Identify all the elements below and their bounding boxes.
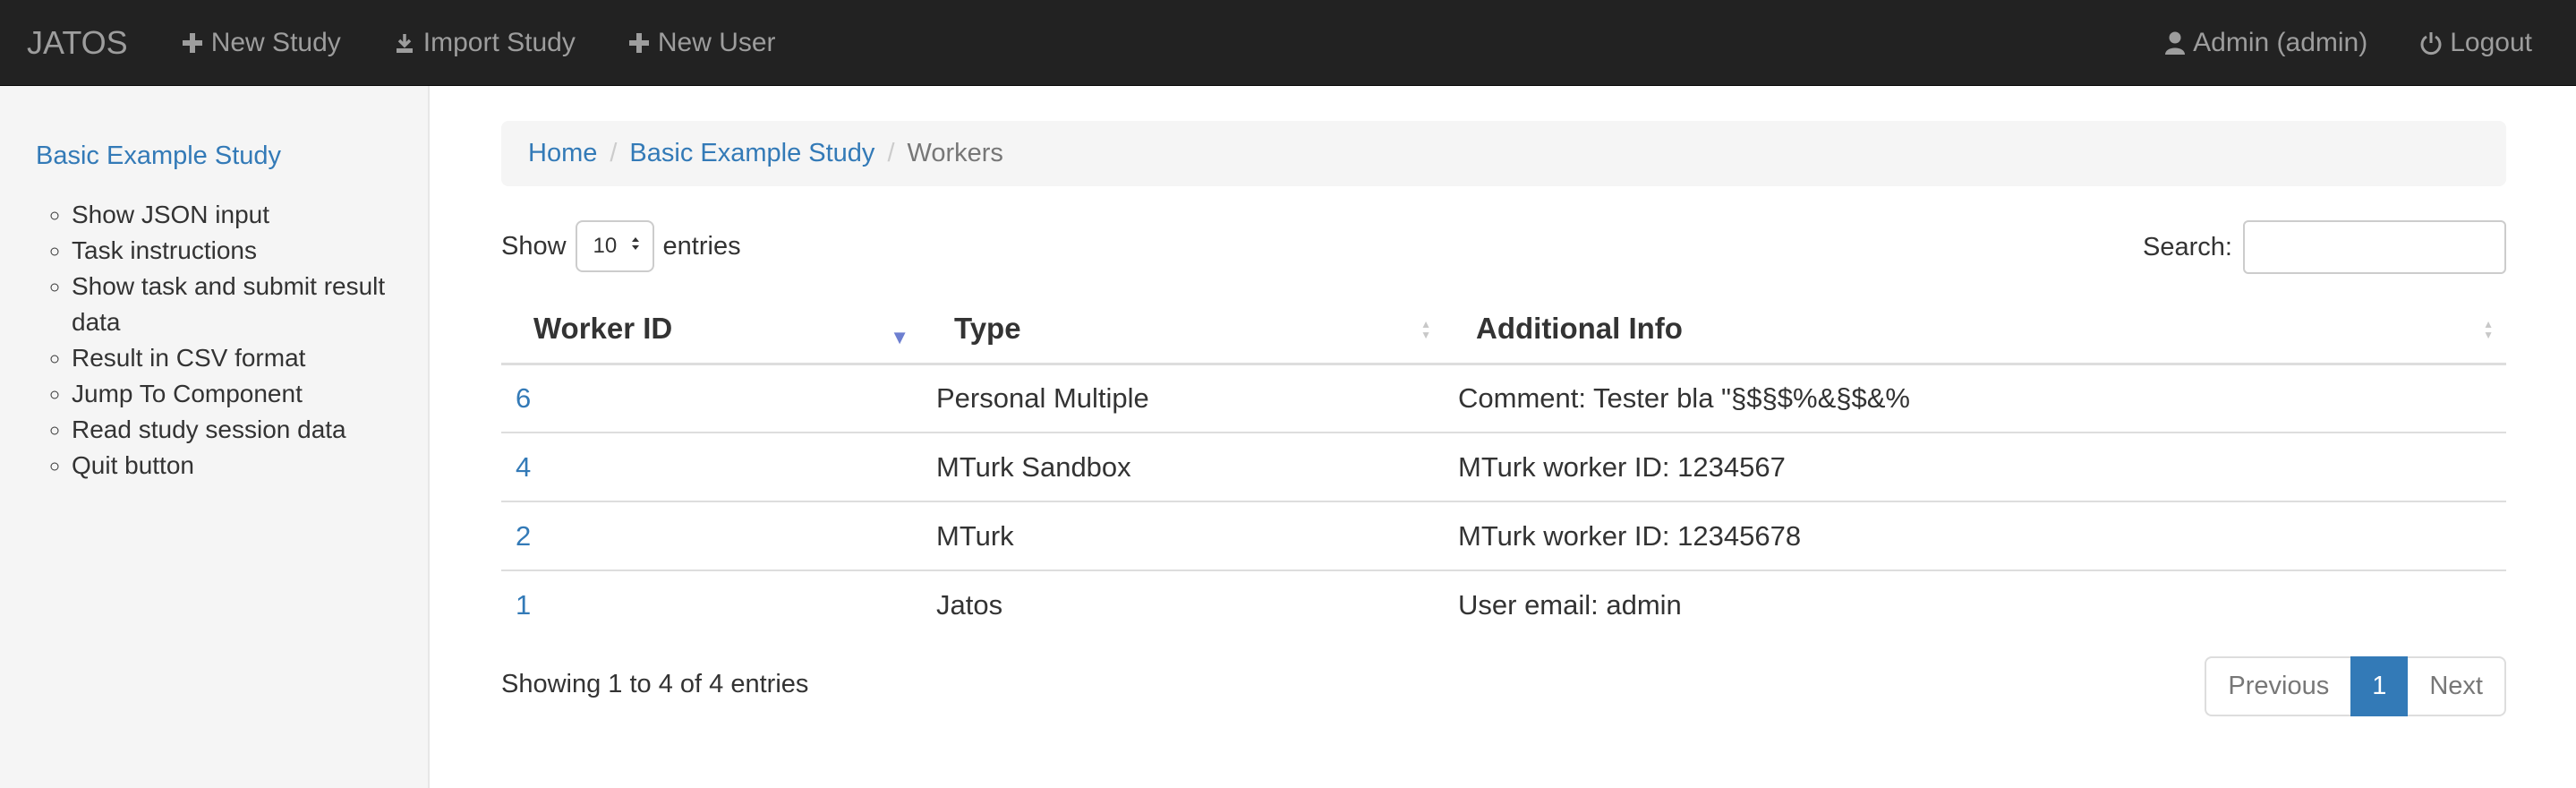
column-header-additional-info[interactable]: Additional Info ▲ ▼ (1444, 296, 2506, 365)
sidebar-item: Result in CSV format (72, 340, 439, 376)
page-1-button[interactable]: 1 (2350, 656, 2409, 716)
worker-info-cell: MTurk worker ID: 1234567 (1444, 433, 2506, 502)
user-icon (2164, 30, 2186, 56)
sidebar-item: Task instructions (72, 233, 439, 269)
new-user-link[interactable]: New User (627, 28, 776, 58)
breadcrumb-home[interactable]: Home (528, 139, 597, 168)
top-navbar: JATOS New Study Import Study New User Ad… (0, 0, 2576, 86)
worker-type-cell: MTurk (922, 501, 1444, 571)
worker-id-link[interactable]: 6 (501, 364, 922, 433)
user-menu-link[interactable]: Admin (admin) (2164, 28, 2367, 58)
user-label: Admin (admin) (2193, 27, 2368, 57)
plus-icon (181, 31, 204, 55)
sort-descending-icon: ▼ (890, 326, 909, 348)
sidebar-item: Read study session data (72, 412, 439, 448)
worker-type-cell: Personal Multiple (922, 364, 1444, 433)
worker-type-cell: Jatos (936, 589, 1003, 621)
power-icon (2419, 30, 2443, 56)
sort-icon: ▲ ▼ (1420, 318, 1431, 341)
sort-icon: ▲ ▼ (2483, 318, 2494, 341)
new-user-label: New User (657, 27, 776, 57)
breadcrumb-separator: / (610, 139, 618, 167)
previous-button[interactable]: Previous (2205, 656, 2351, 716)
table-row: 4 MTurk Sandbox MTurk worker ID: 1234567 (501, 433, 2506, 502)
table-search: Search: (2143, 220, 2506, 274)
breadcrumb-current: Workers (907, 139, 1003, 167)
search-label: Search: (2143, 232, 2232, 261)
worker-info-cell: Comment: Tester bla "§$§$%&§$&% (1444, 364, 2506, 433)
info-header-label: Additional Info (1476, 312, 1683, 346)
import-icon (393, 31, 416, 55)
logout-link[interactable]: Logout (2419, 28, 2532, 58)
column-header-type[interactable]: Type ▲ ▼ (922, 296, 1444, 365)
plus-icon (627, 31, 651, 55)
brand-logo[interactable]: JATOS (27, 24, 128, 62)
breadcrumb-study[interactable]: Basic Example Study (629, 139, 874, 168)
breadcrumb-separator: / (887, 139, 895, 167)
sidebar-study-link[interactable]: Basic Example Study (36, 141, 281, 171)
sidebar: Basic Example Study Show JSON input Task… (0, 86, 430, 788)
new-study-label: New Study (210, 27, 341, 57)
table-row: 6 Personal Multiple Comment: Tester bla … (501, 364, 2506, 433)
sidebar-item: Show task and submit result data (72, 269, 439, 340)
new-study-link[interactable]: New Study (181, 28, 341, 58)
sidebar-item: Quit button (72, 448, 439, 484)
worker-info-cell: MTurk worker ID: 12345678 (1444, 501, 2506, 571)
table-header-row: Worker ID ▼ Type ▲ ▼ Additional Info ▲ ▼ (501, 296, 2506, 365)
column-header-worker-id[interactable]: Worker ID ▼ (501, 296, 922, 365)
select-arrows-icon (631, 234, 640, 259)
component-list: Show JSON input Task instructions Show t… (36, 197, 439, 484)
worker-type-cell: MTurk Sandbox (922, 433, 1444, 502)
type-header-label: Type (954, 312, 1021, 346)
entries-select-value: 10 (593, 234, 618, 258)
breadcrumb: Home / Basic Example Study / Workers (501, 121, 2506, 186)
table-info: Showing 1 to 4 of 4 entries (501, 670, 809, 698)
navbar-right: Admin (admin) Logout (2138, 28, 2558, 58)
pagination: Previous 1 Next (2205, 656, 2506, 716)
worker-info-cell: User email: admin (1458, 589, 1682, 621)
table-row: 2 MTurk MTurk worker ID: 12345678 (501, 501, 2506, 571)
sidebar-item: Show JSON input (72, 197, 439, 233)
worker-id-header-label: Worker ID (533, 312, 673, 346)
search-input[interactable] (2243, 220, 2506, 274)
import-study-label: Import Study (422, 27, 576, 57)
logout-label: Logout (2450, 27, 2532, 57)
import-study-link[interactable]: Import Study (393, 28, 576, 58)
entries-length-control: Show 10 entries (501, 220, 741, 272)
show-label: Show (501, 231, 567, 261)
table-row: 1 Jatos User email: admin (501, 570, 2506, 639)
worker-id-link[interactable]: 1 (501, 570, 922, 639)
worker-id-link[interactable]: 4 (501, 433, 922, 502)
next-button[interactable]: Next (2408, 656, 2506, 716)
entries-select[interactable]: 10 (575, 220, 654, 272)
workers-table: Worker ID ▼ Type ▲ ▼ Additional Info ▲ ▼ 6… (501, 296, 2506, 639)
sidebar-item: Jump To Component (72, 376, 439, 412)
entries-label: entries (662, 231, 741, 261)
worker-id-link[interactable]: 2 (501, 501, 922, 571)
